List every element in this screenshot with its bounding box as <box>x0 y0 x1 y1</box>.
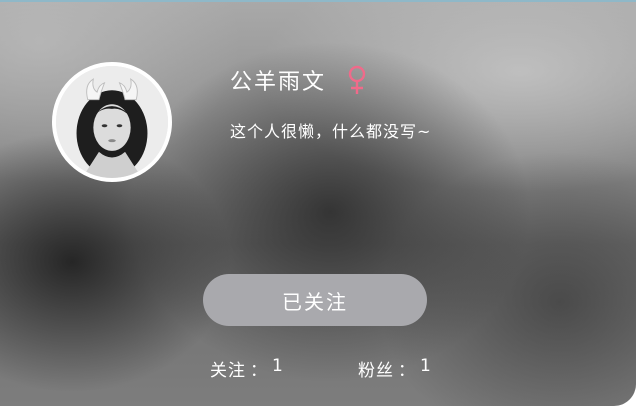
fans-separator: ： <box>398 361 416 381</box>
user-name: 公羊雨文 <box>230 70 327 95</box>
following-count: 1 <box>272 356 284 376</box>
female-symbol-icon <box>346 65 368 95</box>
fans-label: 粉丝 <box>358 361 394 381</box>
following-separator: ： <box>250 361 268 381</box>
profile-header: 公羊雨文 这个人很懒，什么都没写~ 已关注 关注 ： 1 粉丝 ： 1 <box>0 0 636 406</box>
fans-count: 1 <box>420 356 432 376</box>
name-row: 公羊雨文 <box>230 62 368 98</box>
fans-stat[interactable]: 粉丝 ： 1 <box>358 356 432 381</box>
user-signature: 这个人很懒，什么都没写~ <box>230 122 432 141</box>
followed-button[interactable]: 已关注 <box>203 274 427 326</box>
avatar[interactable] <box>52 62 172 182</box>
avatar-photo-icon <box>56 66 168 178</box>
following-label: 关注 <box>210 361 246 381</box>
following-stat[interactable]: 关注 ： 1 <box>210 356 284 381</box>
